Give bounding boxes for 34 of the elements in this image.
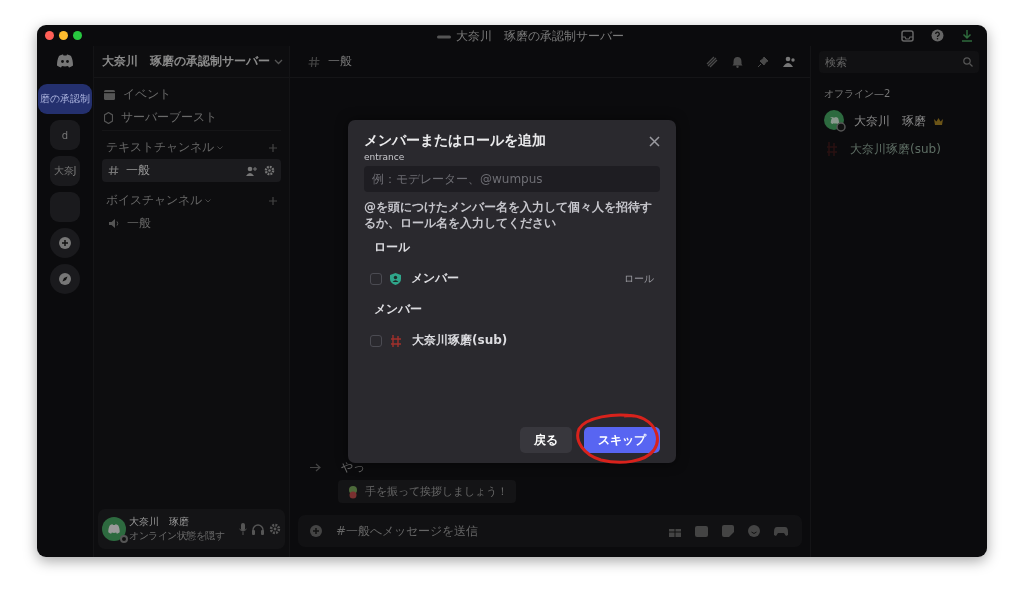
list-item-name: 大奈川琢磨(sub)	[412, 332, 508, 350]
skip-button[interactable]: スキップ	[584, 427, 660, 453]
member-name[interactable]: 大奈川 琢磨	[854, 112, 926, 130]
section-heading: メンバー	[374, 301, 422, 319]
section-heading: ロール	[374, 239, 410, 257]
dialog-title: メンバーまたはロールを追加	[364, 132, 546, 150]
member-group-heading: オフライン—2	[824, 87, 891, 101]
message-composer[interactable]: #一般へメッセージを送信	[298, 515, 802, 547]
search-box[interactable]: 検索	[819, 51, 979, 73]
sidebar-link[interactable]: サーバーブースト	[121, 109, 217, 126]
window-title: 大奈川 琢磨の承認制サーバー	[456, 28, 624, 45]
server-icon[interactable]: 大奈J	[50, 156, 80, 186]
field-label: entrance	[364, 152, 405, 162]
channel-title: 一般	[328, 53, 352, 70]
sidebar-link[interactable]: イベント	[123, 86, 171, 103]
server-name[interactable]: 大奈川 琢磨の承認制サーバー	[102, 53, 270, 70]
list-item-name: メンバー	[411, 270, 459, 288]
search-input-field[interactable]: 例：モデレーター、@wumpus	[364, 166, 660, 192]
channel-item[interactable]: 一般	[102, 212, 281, 235]
channel-item[interactable]: 一般	[102, 159, 281, 182]
system-message: やっ	[341, 459, 365, 476]
user-status: オンライン状態を隠す	[129, 529, 224, 543]
message-input[interactable]: #一般へメッセージを送信	[336, 522, 655, 540]
server-icon[interactable]: d	[50, 120, 80, 150]
category-heading[interactable]: ボイスチャンネル	[106, 192, 202, 209]
category-heading[interactable]: テキストチャンネル	[106, 139, 214, 156]
search-field[interactable]: 検索	[825, 54, 963, 70]
server-icon[interactable]: 磨の承認制	[38, 84, 92, 114]
back-button[interactable]: 戻る	[520, 427, 572, 453]
user-name: 大奈川 琢磨	[129, 515, 190, 529]
item-type-label: ロール	[624, 271, 654, 286]
hint-text: @を頭につけたメンバー名を入力して個々人を招待するか、ロール名を入力してください	[364, 200, 653, 232]
member-name[interactable]: 大奈川琢磨(sub)	[850, 140, 941, 158]
wave-button[interactable]: 手を振って挨拶しましょう！	[338, 480, 516, 503]
